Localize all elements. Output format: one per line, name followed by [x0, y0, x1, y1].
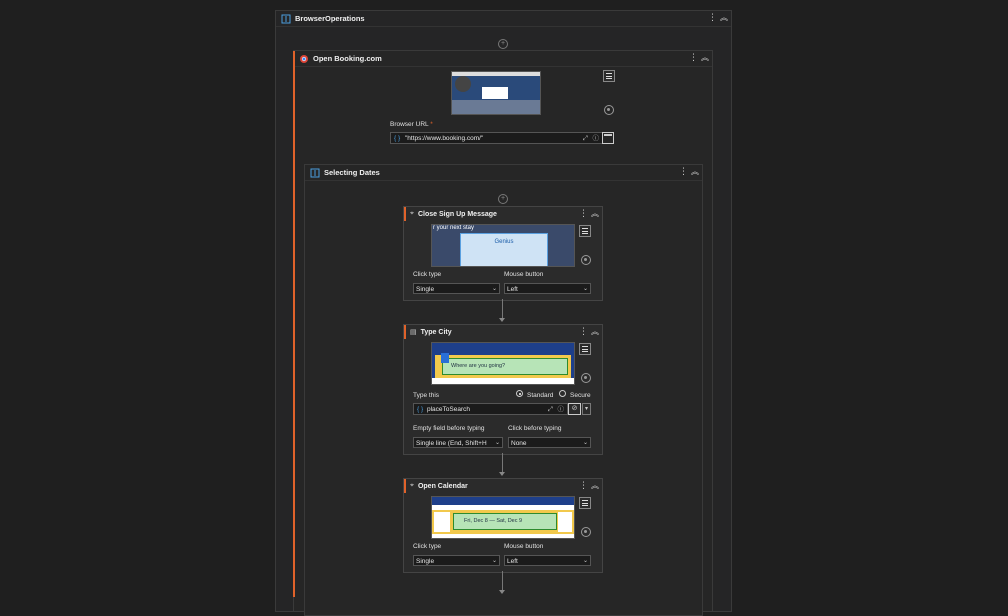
selecting-dates-header[interactable]: Selecting Dates ⋮ ︽ — [305, 165, 702, 181]
dropdown-chevron-icon[interactable]: ▾ — [582, 403, 591, 415]
more-options-icon[interactable]: ⋮ — [579, 481, 588, 490]
more-options-icon[interactable]: ⋮ — [579, 327, 588, 336]
collapse-icon[interactable]: ︽ — [701, 52, 709, 63]
activity-title: Close Sign Up Message — [417, 210, 497, 218]
more-options-icon[interactable]: ⋮ — [579, 209, 588, 218]
more-options-icon[interactable]: ⋮ — [679, 167, 688, 176]
collapse-icon[interactable]: ︽ — [720, 12, 728, 23]
radio-standard[interactable] — [516, 390, 523, 397]
sequence-title: BrowserOperations — [295, 14, 365, 23]
connector-arrow — [499, 318, 505, 322]
connector-arrow — [499, 590, 505, 594]
expand-icon[interactable]: ⤢ — [548, 404, 553, 416]
empty-field-select[interactable]: Single line (End, Shift+H ⌄ — [413, 437, 503, 448]
activity-header[interactable]: ⌖ Open Calendar ⋮ ︽ — [404, 479, 602, 493]
mouse-button-label: Mouse button — [504, 271, 544, 278]
sequence-header[interactable]: BrowserOperations ⋮ ︽ — [276, 11, 731, 27]
connector-line — [502, 453, 503, 473]
target-icon[interactable] — [604, 105, 614, 115]
activity-header[interactable]: ⌖ Close Sign Up Message ⋮ ︽ — [404, 207, 602, 221]
info-icon[interactable]: ⓘ — [558, 404, 565, 416]
connector-arrow — [499, 472, 505, 476]
container-rail — [293, 51, 295, 597]
activity-title: Type City — [420, 328, 452, 336]
activity-header[interactable]: ▤ Type City ⋮ ︽ — [404, 325, 602, 339]
browser-screenshot-thumbnail[interactable] — [451, 71, 541, 115]
more-options-icon[interactable]: ⋮ — [689, 53, 698, 62]
browser-url-label: Browser URL * — [390, 121, 433, 128]
expression-icon: { } — [394, 135, 401, 142]
radio-secure-label: Secure — [570, 392, 591, 399]
type-this-label: Type this — [413, 392, 440, 399]
info-icon[interactable]: ⓘ — [593, 133, 600, 145]
collapse-icon[interactable]: ︽ — [591, 326, 599, 337]
connector-line — [502, 571, 503, 591]
click-before-label: Click before typing — [508, 425, 562, 432]
radio-standard-label: Standard — [527, 392, 554, 399]
selecting-dates-title: Selecting Dates — [324, 168, 380, 177]
click-icon: ⌖ — [410, 210, 414, 217]
activity-menu-icon[interactable] — [603, 70, 615, 82]
sequence-icon — [281, 14, 291, 23]
sequence-icon — [310, 168, 320, 177]
click-type-label: Click type — [413, 271, 442, 278]
collapse-icon[interactable]: ︽ — [591, 480, 599, 491]
connector-line — [502, 299, 503, 319]
type-into-icon: ▤ — [410, 329, 417, 336]
collapse-icon[interactable]: ︽ — [691, 166, 699, 177]
mouse-button-select[interactable]: Left ⌄ — [504, 283, 591, 294]
activity-menu-icon[interactable] — [579, 497, 591, 509]
empty-field-label: Empty field before typing — [413, 425, 485, 432]
click-icon: ⌖ — [410, 482, 414, 489]
open-browser-header[interactable]: Open Booking.com ⋮ ︽ — [294, 51, 712, 67]
radio-secure[interactable] — [559, 390, 566, 397]
click-target-thumbnail[interactable]: r your next stay Genius — [431, 224, 575, 267]
activity-title: Open Calendar — [417, 482, 468, 490]
expand-icon[interactable]: ⤢ — [583, 133, 588, 145]
browser-window-icon[interactable] — [602, 132, 614, 144]
more-options-icon[interactable]: ⋮ — [708, 13, 717, 22]
expression-icon: { } — [417, 406, 424, 413]
target-icon[interactable] — [581, 255, 591, 265]
calendar-target-thumbnail[interactable]: Fri, Dec 8 — Sat, Dec 9 — [431, 496, 575, 539]
type-target-thumbnail[interactable]: Where are you going? — [431, 342, 575, 385]
add-activity-icon[interactable]: + — [498, 39, 508, 49]
click-type-select[interactable]: Single ⌄ — [413, 283, 500, 294]
add-activity-icon[interactable]: + — [498, 194, 508, 204]
activity-menu-icon[interactable] — [579, 343, 591, 355]
mouse-button-select[interactable]: Left ⌄ — [504, 555, 591, 566]
type-this-input[interactable]: { } placeToSearch ⤢ ⓘ — [413, 403, 568, 415]
click-before-select[interactable]: None ⌄ — [508, 437, 591, 448]
open-browser-title: Open Booking.com — [313, 54, 382, 63]
click-type-select[interactable]: Single ⌄ — [413, 555, 500, 566]
target-icon[interactable] — [581, 527, 591, 537]
mouse-button-label: Mouse button — [504, 543, 544, 550]
target-icon[interactable] — [581, 373, 591, 383]
collapse-icon[interactable]: ︽ — [591, 208, 599, 219]
click-type-label: Click type — [413, 543, 442, 550]
chrome-icon — [300, 54, 308, 63]
browser-url-input[interactable]: { } "https://www.booking.com/" ⤢ ⓘ — [390, 132, 603, 144]
activity-menu-icon[interactable] — [579, 225, 591, 237]
hide-text-icon[interactable]: ⊘ — [568, 403, 581, 415]
